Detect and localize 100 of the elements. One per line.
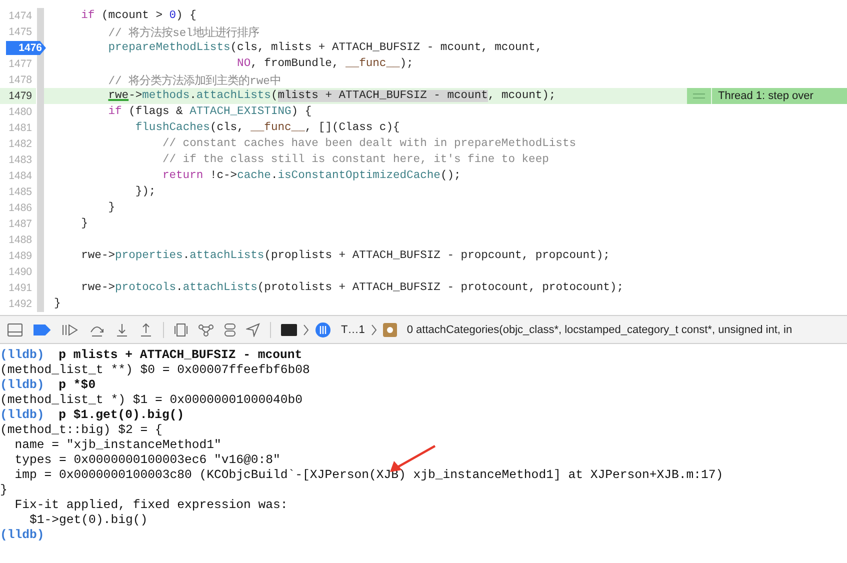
keyword: return bbox=[162, 170, 204, 182]
stack-frame-label[interactable]: 0 attachCategories(objc_class*, locstamped_category_t const*, unsigned int, in bbox=[406, 324, 792, 336]
line-number: 1490 bbox=[8, 266, 33, 278]
memory-graph-icon[interactable] bbox=[198, 322, 214, 336]
line-number: 1475 bbox=[8, 26, 33, 38]
step-out-icon[interactable] bbox=[139, 322, 153, 336]
identifier: prepareMethodLists bbox=[108, 42, 230, 54]
line-number: 1477 bbox=[8, 58, 33, 70]
continue-icon[interactable] bbox=[61, 322, 79, 336]
code-text: }); bbox=[135, 186, 156, 198]
line-number: 1478 bbox=[8, 74, 33, 86]
code-text: ( bbox=[270, 90, 278, 102]
selected-text: mlists + ATTACH_BUFSIZ - mcount bbox=[278, 90, 488, 102]
line-number: 1482 bbox=[8, 138, 33, 150]
underlined-identifier: rwe bbox=[108, 90, 129, 102]
code-text: (cls, bbox=[210, 122, 245, 134]
code-text: rwe-> bbox=[81, 250, 116, 262]
gear-icon bbox=[382, 322, 397, 336]
thread-icon[interactable] bbox=[315, 322, 331, 338]
code-text: , [](Class c){ bbox=[304, 122, 400, 134]
code-text: } bbox=[54, 298, 61, 310]
line-number: 1491 bbox=[8, 282, 33, 294]
view-hierarchy-icon[interactable] bbox=[174, 322, 188, 336]
breakpoint-toggle-icon[interactable] bbox=[33, 324, 51, 336]
line-number: 1489 bbox=[8, 250, 33, 262]
thread-label[interactable]: T…1 bbox=[341, 324, 365, 336]
panel-toggle-icon[interactable] bbox=[7, 322, 23, 336]
console-prompt: (lldb) bbox=[0, 528, 44, 542]
keyword: NO bbox=[237, 58, 251, 70]
code-text: ) { bbox=[176, 10, 196, 22]
code-text: . bbox=[182, 250, 190, 262]
thread-badge: Thread 1: step over bbox=[712, 88, 847, 104]
equals-icon bbox=[687, 88, 711, 104]
code-text: (); bbox=[440, 170, 461, 182]
console-output: Fix-it applied, fixed expression was: bbox=[14, 498, 288, 512]
identifier: flushCaches bbox=[135, 122, 210, 134]
code-text: (protolists + ATTACH_BUFSIZ - protocount, protocount); bbox=[257, 282, 624, 294]
breakpoint-marker[interactable]: 1476 bbox=[6, 41, 46, 55]
code-text: . bbox=[176, 282, 183, 294]
console-output: (method_list_t *) $1 = 0x00000001000040b0 bbox=[0, 393, 303, 407]
console-output: types = 0x0000000100003ec6 "v16@0:8" bbox=[14, 453, 280, 467]
line-number: 1479 bbox=[8, 90, 33, 102]
code-comment: // 将方法按sel地址进行排序 bbox=[108, 28, 259, 40]
code-text: ) { bbox=[291, 106, 312, 118]
code-comment: // 将分类方法添加到主类的rwe中 bbox=[108, 76, 281, 88]
console-prompt: (lldb) bbox=[0, 348, 44, 362]
line-number: 1474 bbox=[8, 10, 33, 22]
macro: __func__ bbox=[250, 122, 305, 134]
console-output: name = "xjb_instanceMethod1" bbox=[14, 438, 222, 452]
code-text: . bbox=[190, 90, 196, 102]
console-command: p *$0 bbox=[58, 378, 96, 392]
code-text: , mcount); bbox=[488, 90, 556, 102]
line-number: 1492 bbox=[8, 298, 33, 310]
console-output: $1->get(0).big() bbox=[28, 513, 148, 527]
code-text: } bbox=[108, 202, 116, 214]
identifier: ATTACH_EXISTING bbox=[190, 106, 292, 118]
code-text: (flags & bbox=[128, 106, 184, 118]
identifier: properties bbox=[115, 250, 183, 262]
line-number: 1481 bbox=[8, 122, 33, 134]
line-number: 1486 bbox=[8, 202, 33, 214]
line-number: 1485 bbox=[8, 186, 33, 198]
location-icon[interactable] bbox=[246, 322, 260, 336]
console-output: (method_list_t **) $0 = 0x00007ffeefbf6b08 bbox=[0, 363, 310, 377]
chevron-icon bbox=[370, 324, 377, 336]
macro: __func__ bbox=[346, 58, 400, 70]
code-text: (cls, mlists + ATTACH_BUFSIZ - mcount, mcount, bbox=[230, 42, 542, 54]
chevron-icon bbox=[303, 324, 309, 336]
code-text: (proplists + ATTACH_BUFSIZ - propcount, propcount); bbox=[264, 250, 610, 262]
terminal-icon[interactable] bbox=[281, 324, 297, 336]
identifier: attachLists bbox=[190, 250, 264, 262]
console-output: imp = 0x0000000100003c80 (KCObjcBuild`-[XJPerson(XJB) xjb_instanceMethod1] at XJPerson+XJB.m:17) bbox=[14, 468, 724, 482]
identifier: cache bbox=[237, 170, 271, 182]
console-prompt: (lldb) bbox=[0, 408, 44, 422]
code-comment: // constant caches have been dealt with in prepareMethodLists bbox=[162, 138, 576, 150]
code-text: . bbox=[270, 170, 278, 182]
line-number: 1487 bbox=[8, 218, 33, 230]
identifier: attachLists bbox=[182, 282, 258, 294]
code-text: !c-> bbox=[210, 170, 238, 182]
line-number: 1488 bbox=[8, 234, 33, 246]
line-number: 1483 bbox=[8, 154, 33, 166]
identifier: protocols bbox=[115, 282, 176, 294]
code-text: rwe-> bbox=[81, 282, 116, 294]
code-text: } bbox=[81, 218, 88, 230]
identifier: methods bbox=[142, 90, 190, 102]
console-output: (method_t::big) $2 = { bbox=[0, 423, 162, 437]
line-number: 1480 bbox=[8, 106, 33, 118]
environment-icon[interactable] bbox=[224, 322, 236, 336]
code-text: , fromBundle, bbox=[250, 58, 340, 70]
line-number: 1484 bbox=[8, 170, 33, 182]
code-text: ); bbox=[400, 58, 414, 70]
identifier: isConstantOptimizedCache bbox=[278, 170, 440, 182]
code-text: -> bbox=[128, 90, 142, 102]
code-text: (mcount > bbox=[101, 10, 164, 22]
console-command: p mlists + ATTACH_BUFSIZ - mcount bbox=[58, 348, 302, 362]
code-comment: // if the class still is constant here, it's fine to keep bbox=[162, 154, 549, 166]
identifier: attachLists bbox=[196, 90, 271, 102]
number-literal: 0 bbox=[169, 10, 176, 22]
console-output: } bbox=[0, 483, 8, 497]
step-into-icon[interactable] bbox=[115, 322, 129, 336]
console-command: p $1.get(0).big() bbox=[58, 408, 184, 422]
